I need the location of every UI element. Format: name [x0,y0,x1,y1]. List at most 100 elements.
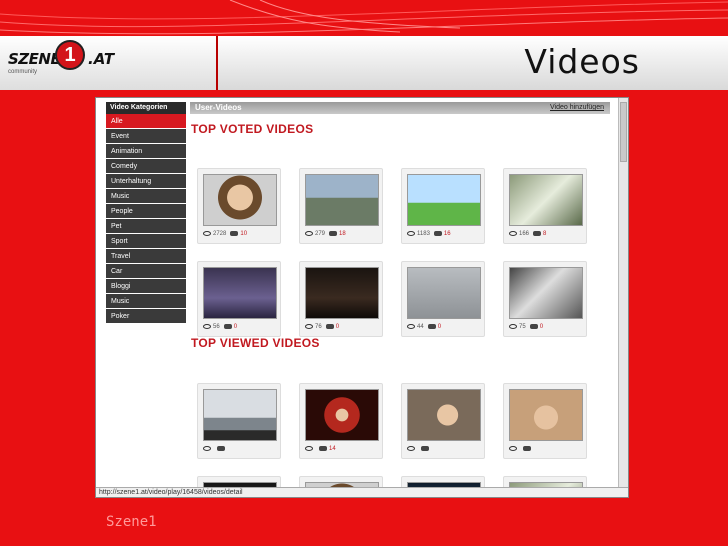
view-count: 279 [315,231,326,237]
video-stats [203,445,279,454]
title-bar: Videos [216,36,728,90]
eye-icon [509,323,517,329]
video-stats [509,445,585,454]
video-stats: 2728 10 [203,230,279,239]
sidebar-item[interactable]: Travel [106,249,186,264]
view-count: 1183 [417,231,430,237]
view-count: 75 [519,324,526,330]
comment-icon [427,323,436,329]
video-thumbnail[interactable] [203,389,277,441]
video-thumbnail[interactable] [305,267,379,319]
sidebar-item[interactable]: Animation [106,144,186,159]
comment-count: 0 [335,324,340,330]
comment-count: 18 [339,231,346,237]
sidebar-item[interactable]: Car [106,264,186,279]
sidebar-item[interactable]: People [106,204,186,219]
top-voted-title: TOP VOTED VIDEOS [191,122,314,136]
main-heading-bar: User-Videos Video hinzufügen [190,102,610,114]
logo-circle-icon: 1 [55,40,85,70]
comment-icon [523,445,531,451]
status-bar: http://szene1.at/video/play/16458/videos… [96,487,628,497]
video-card[interactable]: 166 8 [503,168,587,244]
comment-icon [329,230,338,236]
page-title: Videos [524,42,640,81]
video-stats: 166 8 [509,230,585,239]
comment-icon [325,323,334,329]
video-thumbnail[interactable] [203,267,277,319]
video-card[interactable]: 75 0 [503,261,587,337]
video-thumbnail[interactable] [203,174,277,226]
comment-count: 10 [240,231,248,237]
logo-tagline: community [8,69,38,75]
video-card[interactable]: 1183 16 [401,168,485,244]
video-card[interactable]: 44 0 [401,261,485,337]
slide-footer: Szene1 [106,514,157,530]
sidebar-item[interactable]: Music [106,189,186,204]
video-thumbnail[interactable] [407,389,481,441]
video-card[interactable] [401,383,485,459]
eye-icon [407,230,415,236]
video-card[interactable]: 2728 10 [197,168,281,244]
video-thumbnail[interactable] [305,389,379,441]
sidebar-item[interactable]: Event [106,129,186,144]
comment-icon [421,445,429,451]
comment-icon [529,323,538,329]
view-count: 2728 [213,231,227,237]
sidebar-item[interactable]: Bloggi [106,279,186,294]
video-stats: 44 0 [407,323,483,332]
main-heading: User-Videos [195,103,242,112]
eye-icon [305,230,313,236]
eye-icon [407,445,415,451]
scroll-thumb[interactable] [620,102,627,162]
view-count: 56 [213,324,220,330]
eye-icon [509,445,517,451]
video-stats: 76 0 [305,323,381,332]
video-stats [407,445,483,454]
category-sidebar: Video Kategorien Alle Event Animation Comed… [106,102,186,324]
add-video-link[interactable]: Video hinzufügen [550,104,604,111]
view-count: 76 [315,324,322,330]
comment-icon [533,230,542,236]
sidebar-item[interactable]: Music [106,294,186,309]
sidebar-item[interactable]: Sport [106,234,186,249]
sidebar-item[interactable]: Alle [106,114,186,129]
video-thumbnail[interactable] [407,174,481,226]
comment-icon [433,230,442,236]
eye-icon [407,323,415,329]
sidebar-item[interactable]: Unterhaltung [106,174,186,189]
logo-right: .AT [88,50,115,68]
view-count: 166 [519,231,530,237]
view-count: 44 [417,324,424,330]
sidebar-item[interactable]: Poker [106,309,186,324]
sidebar-item[interactable]: Comedy [106,159,186,174]
video-stats: 14 [305,445,381,454]
video-thumbnail[interactable] [305,174,379,226]
video-card[interactable]: 14 [299,383,383,459]
sidebar-item[interactable]: Pet [106,219,186,234]
video-thumbnail[interactable] [509,267,583,319]
video-stats: 1183 16 [407,230,483,239]
video-card[interactable]: 279 18 [299,168,383,244]
comment-count: 0 [437,324,442,330]
vertical-scrollbar[interactable] [618,98,628,497]
video-thumbnail[interactable] [509,389,583,441]
video-card[interactable]: 76 0 [299,261,383,337]
eye-icon [509,230,517,236]
top-viewed-title: TOP VIEWED VIDEOS [191,336,320,350]
video-thumbnail[interactable] [509,174,583,226]
eye-icon [203,323,211,329]
video-stats: 75 0 [509,323,585,332]
video-card[interactable]: 56 0 [197,261,281,337]
video-stats: 56 0 [203,323,279,332]
logo-area: SZENE 1 .AT community [0,36,216,90]
logo-left: SZENE [8,50,61,68]
comment-icon [230,230,239,236]
video-thumbnail[interactable] [407,267,481,319]
video-card[interactable] [197,383,281,459]
eye-icon [203,445,211,451]
comment-icon [223,323,232,329]
sidebar-heading: Video Kategorien [106,102,186,114]
video-card[interactable] [503,383,587,459]
comment-count: 0 [539,324,544,330]
comment-icon [217,445,225,451]
